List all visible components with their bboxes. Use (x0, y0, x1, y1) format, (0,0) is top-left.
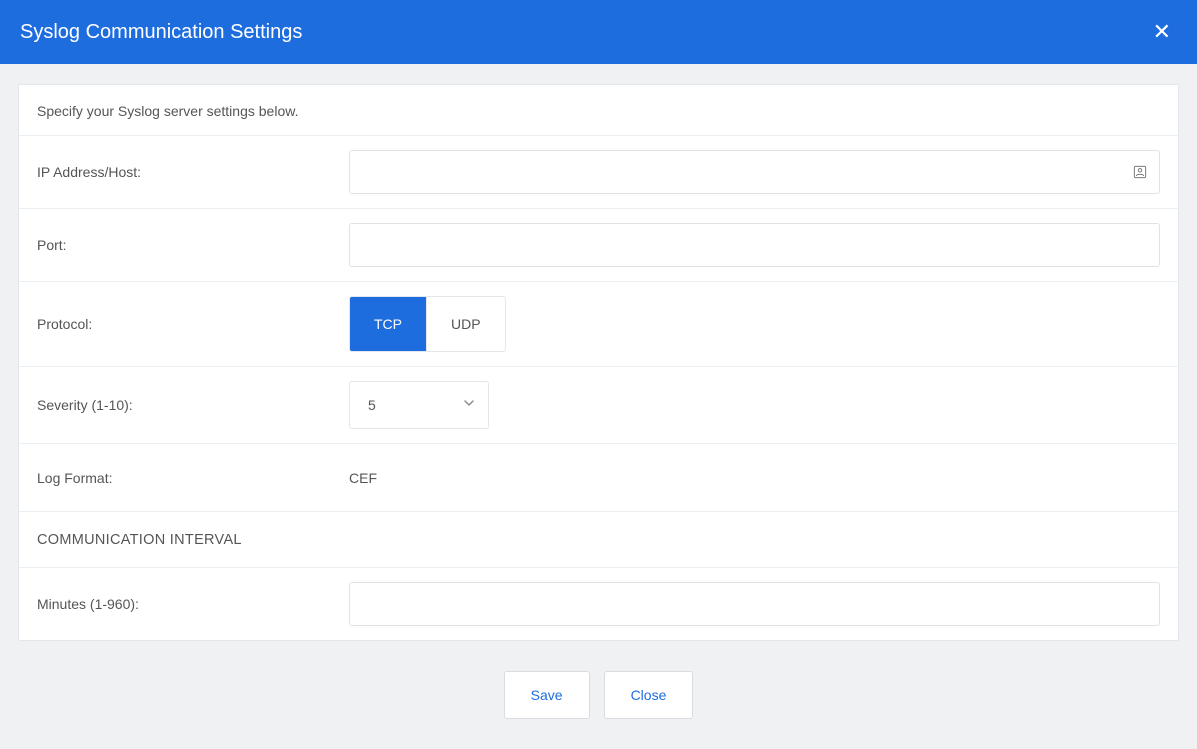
dialog-title: Syslog Communication Settings (20, 21, 302, 44)
section-title-communication-interval: COMMUNICATION INTERVAL (37, 532, 242, 548)
protocol-tcp-button[interactable]: TCP (350, 297, 427, 351)
label-severity: Severity (1-10): (37, 397, 349, 413)
save-button[interactable]: Save (504, 671, 590, 719)
label-log-format: Log Format: (37, 470, 349, 486)
label-protocol: Protocol: (37, 316, 349, 332)
severity-select[interactable]: 5 (349, 381, 489, 429)
row-section-comm-interval: COMMUNICATION INTERVAL (19, 512, 1178, 568)
settings-panel: Specify your Syslog server settings belo… (18, 84, 1179, 641)
close-icon[interactable]: ✕ (1147, 17, 1177, 47)
protocol-udp-button[interactable]: UDP (427, 297, 505, 351)
label-ip-address: IP Address/Host: (37, 164, 349, 180)
label-port: Port: (37, 237, 349, 253)
label-minutes: Minutes (1-960): (37, 596, 349, 612)
instruction-text: Specify your Syslog server settings belo… (19, 85, 1178, 136)
severity-value: 5 (368, 397, 376, 413)
row-protocol: Protocol: TCP UDP (19, 282, 1178, 367)
protocol-toggle: TCP UDP (349, 296, 506, 352)
ip-address-input[interactable] (349, 150, 1160, 194)
footer-actions: Save Close (0, 661, 1197, 749)
minutes-input[interactable] (349, 582, 1160, 626)
row-port: Port: (19, 209, 1178, 282)
dialog-titlebar: Syslog Communication Settings ✕ (0, 0, 1197, 64)
row-minutes: Minutes (1-960): (19, 568, 1178, 640)
row-ip-address: IP Address/Host: (19, 136, 1178, 209)
close-button[interactable]: Close (604, 671, 694, 719)
row-log-format: Log Format: CEF (19, 444, 1178, 512)
port-input[interactable] (349, 223, 1160, 267)
log-format-value: CEF (349, 470, 377, 486)
row-severity: Severity (1-10): 5 (19, 367, 1178, 444)
